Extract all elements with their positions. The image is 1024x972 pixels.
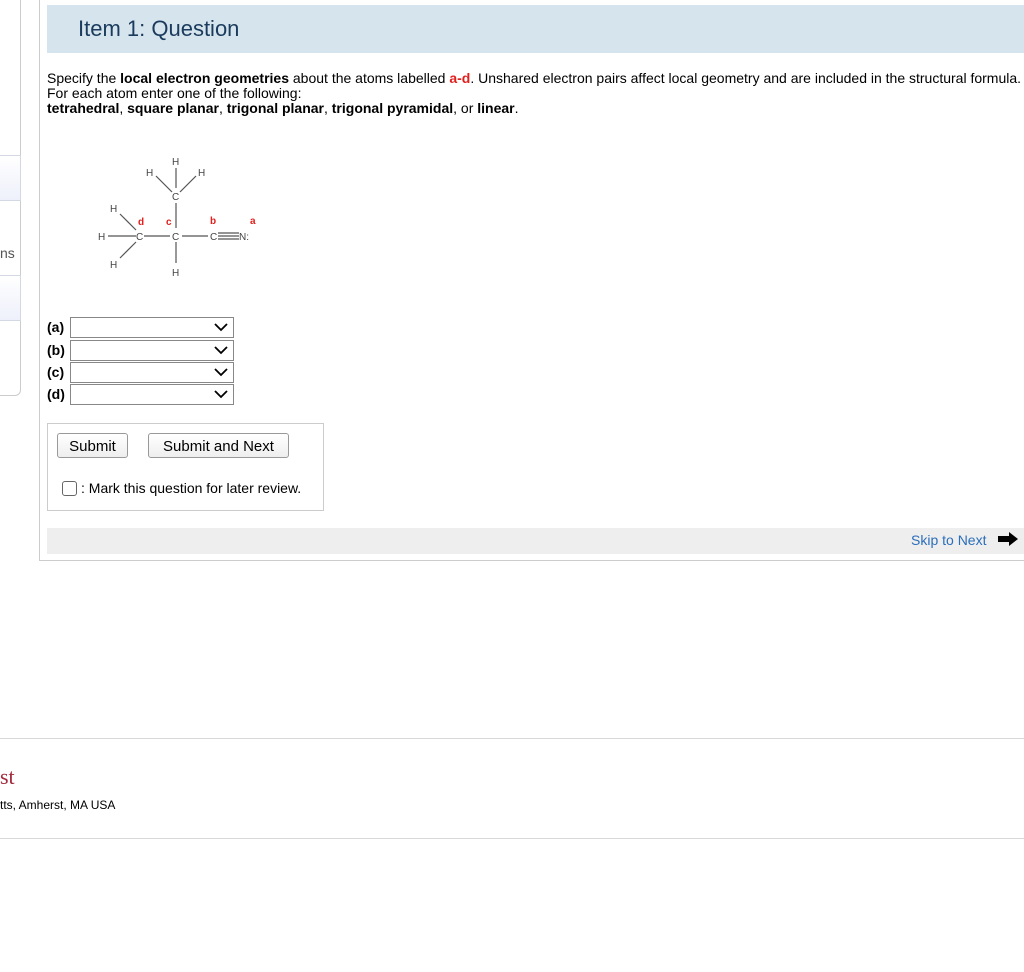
submit-and-next-button[interactable]: Submit and Next — [148, 433, 289, 458]
atom-label-b: b — [210, 216, 216, 227]
page-title: Item 1: Question — [78, 16, 240, 41]
chevron-down-icon — [214, 390, 228, 399]
arrow-right-icon[interactable] — [997, 531, 1019, 547]
footer-logo: st — [0, 764, 15, 789]
sidebar-item[interactable] — [0, 155, 21, 201]
skip-to-next-link[interactable]: Skip to Next — [911, 532, 986, 548]
answer-label: (c) — [47, 364, 65, 380]
divider — [0, 738, 1024, 739]
svg-text:N:: N: — [239, 232, 249, 243]
svg-text:H: H — [110, 204, 117, 215]
answer-dropdown-c[interactable] — [70, 362, 234, 383]
skip-bar — [47, 528, 1024, 554]
svg-text:C: C — [172, 232, 179, 243]
answer-label: (d) — [47, 386, 65, 402]
svg-text:H: H — [172, 157, 179, 168]
svg-text:H: H — [198, 168, 205, 179]
atom-label-d: d — [138, 217, 144, 228]
answer-label: (b) — [47, 342, 65, 358]
chevron-down-icon — [214, 368, 228, 377]
answer-label: (a) — [47, 319, 65, 335]
structural-formula: H H H C H H H C C C N: H a b c d — [98, 157, 256, 279]
answer-dropdown-a[interactable] — [70, 317, 234, 338]
review-label: : Mark this question for later review. — [81, 480, 302, 496]
svg-text:H: H — [110, 260, 117, 271]
chevron-down-icon — [214, 346, 228, 355]
svg-text:C: C — [136, 232, 143, 243]
answer-dropdown-b[interactable] — [70, 340, 234, 361]
svg-text:H: H — [146, 168, 153, 179]
svg-text:H: H — [98, 232, 105, 243]
chevron-down-icon — [214, 323, 228, 332]
svg-text:C: C — [210, 232, 217, 243]
svg-text:C: C — [172, 192, 179, 203]
question-text: Specify the local electron geometries ab… — [47, 70, 1022, 116]
sidebar-item[interactable] — [0, 275, 21, 321]
svg-text:H: H — [172, 268, 179, 279]
sidebar-label: ns — [0, 245, 15, 261]
review-checkbox[interactable] — [62, 481, 77, 496]
divider — [0, 838, 1024, 839]
atom-label-c: c — [166, 217, 172, 228]
submit-button[interactable]: Submit — [57, 433, 128, 458]
footer-address: tts, Amherst, MA USA — [0, 798, 116, 812]
answer-dropdown-d[interactable] — [70, 384, 234, 405]
atom-label-a: a — [250, 216, 256, 227]
